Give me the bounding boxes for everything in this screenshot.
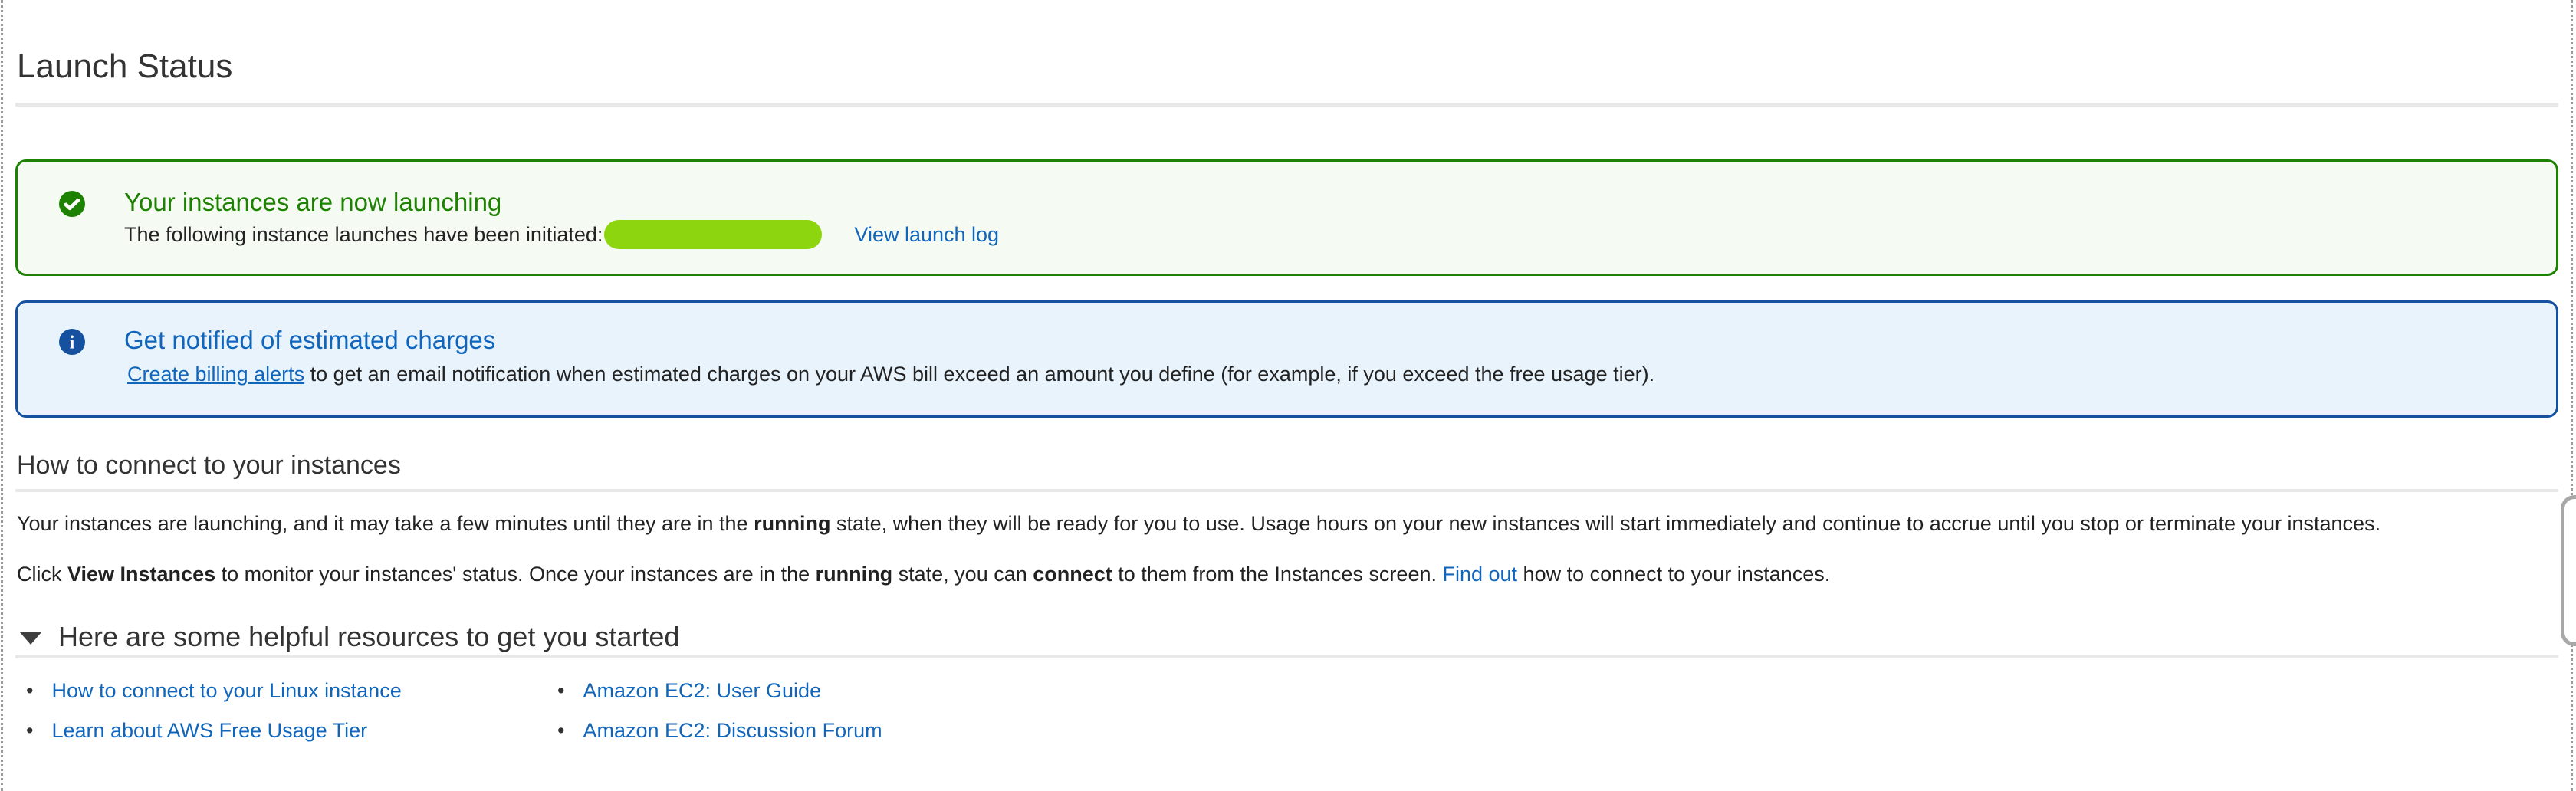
view-launch-log-link[interactable]: View launch log bbox=[854, 223, 999, 247]
para2-bold-view-instances: View Instances bbox=[67, 563, 215, 586]
svg-text:i: i bbox=[70, 333, 75, 353]
resources-heading-divider bbox=[15, 655, 2558, 658]
connect-heading-divider bbox=[15, 489, 2558, 492]
caret-down-icon bbox=[20, 632, 41, 645]
list-item: • Learn about AWS Free Usage Tier bbox=[26, 719, 557, 743]
link-ec2-user-guide[interactable]: Amazon EC2: User Guide bbox=[583, 679, 821, 703]
bullet-icon: • bbox=[26, 679, 33, 703]
list-item: • Amazon EC2: Discussion Forum bbox=[557, 719, 882, 743]
resources-list: • How to connect to your Linux instance … bbox=[26, 678, 882, 757]
list-item: • How to connect to your Linux instance bbox=[26, 679, 557, 703]
create-billing-alerts-link[interactable]: Create billing alerts bbox=[127, 363, 304, 386]
para2-text-2: to monitor your instances' status. Once … bbox=[215, 563, 816, 586]
focus-outline-right bbox=[2571, 0, 2573, 791]
vertical-scrollbar-thumb[interactable] bbox=[2561, 495, 2576, 646]
resources-section-toggle[interactable]: Here are some helpful resources to get y… bbox=[20, 621, 679, 653]
para2-text-1: Click bbox=[17, 563, 67, 586]
connect-paragraph-2: Click View Instances to monitor your ins… bbox=[17, 563, 1830, 586]
info-banner-message: Create billing alerts to get an email no… bbox=[127, 363, 1654, 386]
para1-bold-running: running bbox=[754, 512, 830, 535]
connect-paragraph-1: Your instances are launching, and it may… bbox=[17, 512, 2380, 536]
find-out-link[interactable]: Find out bbox=[1442, 563, 1517, 586]
check-circle-icon bbox=[59, 191, 85, 217]
success-banner-title: Your instances are now launching bbox=[124, 188, 501, 217]
para2-bold-connect: connect bbox=[1033, 563, 1112, 586]
resources-row-1: • How to connect to your Linux instance … bbox=[26, 678, 882, 704]
redacted-instance-id bbox=[604, 220, 822, 249]
bullet-icon: • bbox=[557, 719, 564, 743]
list-item: • Amazon EC2: User Guide bbox=[557, 679, 821, 703]
title-divider bbox=[15, 103, 2558, 107]
para2-bold-running: running bbox=[816, 563, 892, 586]
success-banner-message: The following instance launches have bee… bbox=[124, 220, 999, 249]
bullet-icon: • bbox=[557, 679, 564, 703]
para1-text-1: Your instances are launching, and it may… bbox=[17, 512, 754, 535]
bullet-icon: • bbox=[26, 719, 33, 743]
para2-text-3: state, you can bbox=[892, 563, 1033, 586]
launch-success-banner: Your instances are now launching The fol… bbox=[15, 159, 2558, 276]
info-banner-title: Get notified of estimated charges bbox=[124, 326, 495, 355]
link-free-usage-tier[interactable]: Learn about AWS Free Usage Tier bbox=[51, 719, 367, 743]
info-message-text: to get an email notification when estima… bbox=[304, 363, 1654, 386]
info-circle-icon: i bbox=[59, 329, 85, 355]
link-connect-linux-instance[interactable]: How to connect to your Linux instance bbox=[51, 679, 401, 703]
page-title: Launch Status bbox=[17, 48, 232, 86]
resources-row-2: • Learn about AWS Free Usage Tier • Amaz… bbox=[26, 717, 882, 743]
para1-text-2: state, when they will be ready for you t… bbox=[831, 512, 2381, 535]
success-message-text: The following instance launches have bee… bbox=[124, 223, 603, 247]
connect-section-heading: How to connect to your instances bbox=[17, 451, 401, 481]
para2-text-4: to them from the Instances screen. bbox=[1112, 563, 1443, 586]
para2-text-5: how to connect to your instances. bbox=[1517, 563, 1830, 586]
link-ec2-discussion-forum[interactable]: Amazon EC2: Discussion Forum bbox=[583, 719, 882, 743]
billing-info-banner: i Get notified of estimated charges Crea… bbox=[15, 300, 2558, 418]
focus-outline-left bbox=[1, 0, 3, 791]
resources-heading-label: Here are some helpful resources to get y… bbox=[58, 621, 679, 653]
